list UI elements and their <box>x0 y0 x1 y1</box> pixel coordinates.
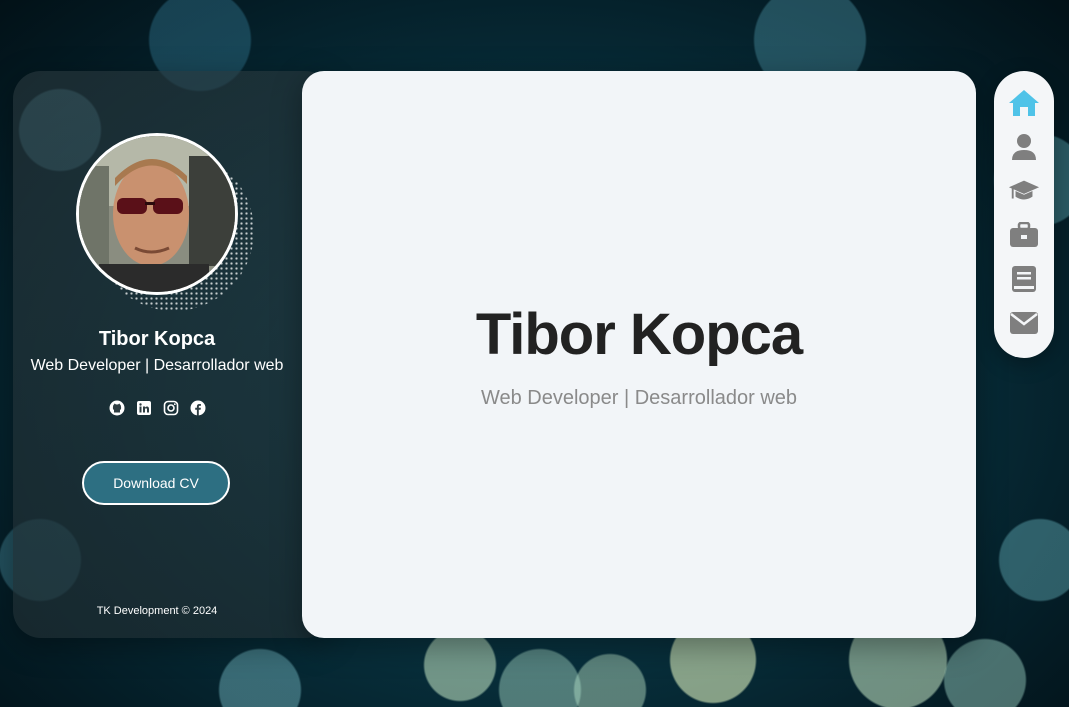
briefcase-icon[interactable] <box>1008 219 1040 251</box>
home-icon[interactable] <box>1008 87 1040 119</box>
facebook-icon[interactable] <box>190 400 206 416</box>
avatar-wrapper <box>76 133 254 311</box>
linkedin-icon[interactable] <box>136 400 152 416</box>
profile-name: Tibor Kopca <box>98 328 216 350</box>
user-icon[interactable] <box>1008 131 1040 163</box>
envelope-icon[interactable] <box>1008 307 1040 339</box>
copyright-text: TK Development © 2024 <box>96 605 218 617</box>
book-icon[interactable] <box>1008 263 1040 295</box>
profile-sidebar: Tibor Kopca Web Developer | Desarrollado… <box>13 71 333 638</box>
social-links <box>13 400 301 416</box>
hero-title: Tibor Kopca <box>475 302 803 367</box>
hero-subtitle: Web Developer | Desarrollador web <box>480 387 798 409</box>
github-icon[interactable] <box>109 400 125 416</box>
side-navigation <box>994 71 1054 358</box>
avatar <box>76 133 238 295</box>
profile-role: Web Developer | Desarrollador web <box>30 357 284 374</box>
graduation-cap-icon[interactable] <box>1008 175 1040 207</box>
main-content: Tibor Kopca Web Developer | Desarrollado… <box>302 71 976 638</box>
download-cv-button[interactable]: Download CV <box>82 461 230 505</box>
instagram-icon[interactable] <box>163 400 179 416</box>
